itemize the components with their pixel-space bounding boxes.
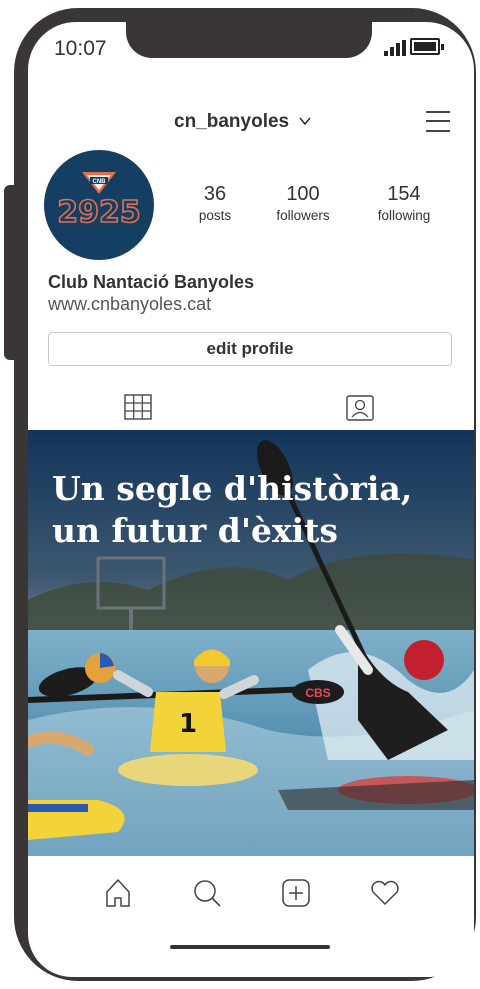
tagged-user-icon[interactable] [346,395,374,421]
post-headline-line2: un futur d'èxits [52,511,338,550]
post-image[interactable]: CBS 1 Un segle d'història, un futur d'èx… [28,430,474,856]
profile-full-name: Club Nantació Banyoles [48,272,255,292]
profile-username[interactable]: cn_banyoles [174,111,289,133]
add-post-icon[interactable] [282,879,310,907]
search-icon[interactable] [192,878,222,908]
stat-followers[interactable]: 100 followers [268,183,338,223]
logo-year-text: 2925 [57,195,141,230]
chevron-down-icon[interactable] [298,114,312,128]
profile-avatar[interactable]: CNB 2925 [44,150,154,260]
edit-profile-button[interactable]: edit profile [48,332,452,366]
stat-posts-label: posts [198,208,232,223]
player-bib-number: 1 [179,709,197,739]
stat-posts-value: 36 [203,183,227,205]
stat-posts[interactable]: 36 posts [190,183,240,223]
post-headline: Un segle d'història, un futur d'èxits [52,468,412,552]
hamburger-menu-icon[interactable] [426,110,450,132]
post-headline-line1: Un segle d'història, [52,469,413,508]
stat-followers-label: followers [276,208,330,223]
grid-icon[interactable] [124,394,152,420]
stat-followers-value: 100 [286,183,320,205]
club-logo: CNB 2925 [56,172,142,231]
home-icon[interactable] [105,878,131,908]
phone-notch [126,22,372,58]
paddle-text: CBS [305,686,330,700]
battery-icon [410,38,444,55]
logo-badge-text: CNB [93,179,107,185]
stat-following-label: following [377,208,431,223]
stat-following[interactable]: 154 following [368,183,440,223]
stat-following-value: 154 [387,183,421,205]
home-indicator [170,945,330,949]
status-time: 10:07 [54,37,107,60]
profile-website-link[interactable]: www.cnbanyoles.cat [48,294,211,315]
signal-icon [384,40,406,56]
heart-icon[interactable] [370,880,400,906]
